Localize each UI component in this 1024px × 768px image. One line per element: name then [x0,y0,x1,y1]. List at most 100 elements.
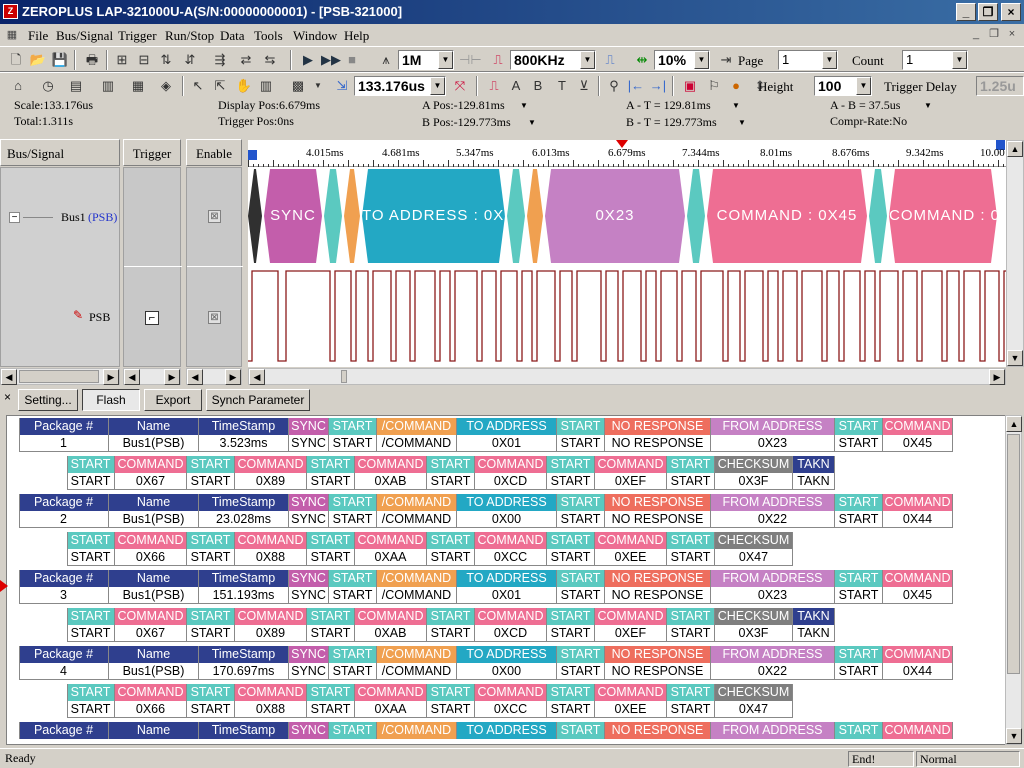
packet-cell[interactable]: 3.523ms [199,435,289,452]
packet-cell[interactable]: START [187,473,235,490]
signal-setup-icon[interactable]: ⊞ [112,50,132,70]
scroll-thumb[interactable] [1007,434,1020,674]
bus-segment[interactable]: COMMAND : 0X45 [707,169,867,263]
run-icon[interactable]: ▶ [298,50,318,70]
packet-cell[interactable]: 0X47 [715,701,793,718]
synch-parameter-button[interactable]: Synch Parameter [206,389,310,411]
packet-cell[interactable]: 170.697ms [199,663,289,680]
hand-icon[interactable]: ✋ [234,76,254,96]
mdi-close-icon[interactable]: × [1004,27,1020,41]
trigger-hscroll[interactable]: ◀ ▶ [123,368,181,385]
chevron-down-icon[interactable]: ▼ [952,51,967,69]
bus-segment[interactable] [869,169,887,263]
packet-cell[interactable]: START [835,587,883,604]
chevron-down-icon[interactable]: ▼ [924,101,932,110]
memory-depth-select[interactable]: 1M ▼ [398,50,454,70]
calculator-icon[interactable]: ▣ [680,76,700,96]
packet-cell[interactable]: START [187,549,235,566]
scroll-right-icon[interactable]: ▶ [164,369,180,385]
packet-cell[interactable]: START [187,701,235,718]
stop-icon[interactable]: ■ [342,50,362,70]
packet-cell[interactable]: START [67,549,115,566]
packet-cell[interactable]: 0X88 [235,701,307,718]
packet-cell[interactable]: START [187,625,235,642]
ruler-icon[interactable]: ▥ [256,76,276,96]
trigger-edge-icon[interactable]: ⇄ [236,50,256,70]
chevron-down-icon[interactable]: ▼ [430,77,445,95]
minimize-button[interactable]: _ [956,3,976,21]
scroll-thumb[interactable] [341,370,347,383]
cube-icon[interactable]: ◈ [156,76,176,96]
chevron-down-icon[interactable]: ▼ [694,51,709,69]
packet-cell[interactable]: 0X67 [115,473,187,490]
packet-cell[interactable]: START [307,625,355,642]
packet-cell[interactable]: START [547,701,595,718]
packet-cell[interactable]: Bus1(PSB) [109,663,199,680]
count-select[interactable]: 1 ▼ [902,50,968,70]
packet-cell[interactable]: START [557,587,605,604]
open-folder-icon[interactable]: 📂 [28,50,48,70]
bar-b-icon[interactable]: B [528,76,548,96]
search-next-icon[interactable]: →| [648,76,668,96]
packet-cell[interactable]: START [835,511,883,528]
packet-cell[interactable]: 0X23 [711,587,835,604]
packet-cell[interactable]: /COMMAND [377,663,457,680]
bus-segment[interactable] [687,169,705,263]
trigger-delay-input[interactable]: 1.25u [976,76,1024,96]
sample-rate-select[interactable]: 800KHz ▼ [510,50,596,70]
waveform-area[interactable]: SYNC TO ADDRESS : 0X01 0X23COMMAND : 0X45C… [248,167,1006,367]
packet-cell[interactable]: 0XEF [595,473,667,490]
search-prev-icon[interactable]: |← [626,76,646,96]
cursor-a-marker[interactable] [248,150,257,160]
waveform-hscroll[interactable]: ◀ ▶ [248,368,1006,385]
packet-cell[interactable]: 0XEE [595,701,667,718]
bus-segment[interactable]: TO ADDRESS : 0X01 [362,169,505,263]
packet-cell[interactable]: 2 [19,511,109,528]
packet-cell[interactable]: 0XCC [475,549,547,566]
packet-cell[interactable]: START [427,549,475,566]
packet-cell[interactable]: 0X01 [457,587,557,604]
time-ruler[interactable]: 4.015ms 4.681ms 5.347ms 6.013ms 6.679ms … [248,140,1006,167]
filter-icon[interactable]: ⇆ [260,50,280,70]
bus-segment[interactable] [344,169,360,263]
print-icon[interactable]: 🖶 [82,50,102,70]
packet-cell[interactable]: 0X23 [711,435,835,452]
packet-cell[interactable]: START [329,663,377,680]
packet-cell[interactable]: NO RESPONSE [605,587,711,604]
probe-icon[interactable]: ⇵ [180,50,200,70]
grid-icon[interactable]: ▦ [128,76,148,96]
rising-edge-trigger-icon[interactable]: ⌐ [145,311,159,325]
packet-cell[interactable]: 0X66 [115,701,187,718]
enable-bus-checkbox[interactable]: ⊠ [208,210,221,223]
packet-cell[interactable]: 0XAB [355,473,427,490]
packet-cell[interactable]: START [427,625,475,642]
enable-signal-checkbox[interactable]: ⊠ [208,311,221,324]
packet-cell[interactable]: 0XAA [355,549,427,566]
packet-cell[interactable]: 23.028ms [199,511,289,528]
packet-cell[interactable]: START [547,625,595,642]
packet-cell[interactable]: 1 [19,435,109,452]
menu-help[interactable]: Help [344,28,369,44]
packet-cell[interactable]: Bus1(PSB) [109,587,199,604]
packet-cell[interactable]: START [835,663,883,680]
packet-cell[interactable]: 151.193ms [199,587,289,604]
packet-cell[interactable]: 0X44 [883,511,953,528]
packet-cell[interactable]: 0XAA [355,701,427,718]
packet-cell[interactable]: START [329,435,377,452]
packet-cell[interactable]: 0XCD [475,473,547,490]
bar-a-icon[interactable]: A [506,76,526,96]
packet-cell[interactable]: 0X47 [715,549,793,566]
packet-cell[interactable]: START [329,511,377,528]
close-icon[interactable]: × [4,390,11,404]
packet-cell[interactable]: TAKN [793,473,835,490]
packet-cell[interactable]: SYNC [289,435,329,452]
collapse-icon[interactable]: − [9,212,20,223]
save-icon[interactable]: 💾 [50,50,70,70]
scroll-left-icon[interactable]: ◀ [124,369,140,385]
packet-cell[interactable]: START [835,435,883,452]
signal-name[interactable]: PSB [89,310,110,325]
format-icon[interactable]: ▩ [288,76,308,96]
scroll-up-icon[interactable]: ▲ [1007,141,1023,157]
chevron-down-icon[interactable]: ▼ [738,118,746,127]
packet-cell[interactable]: Bus1(PSB) [109,435,199,452]
